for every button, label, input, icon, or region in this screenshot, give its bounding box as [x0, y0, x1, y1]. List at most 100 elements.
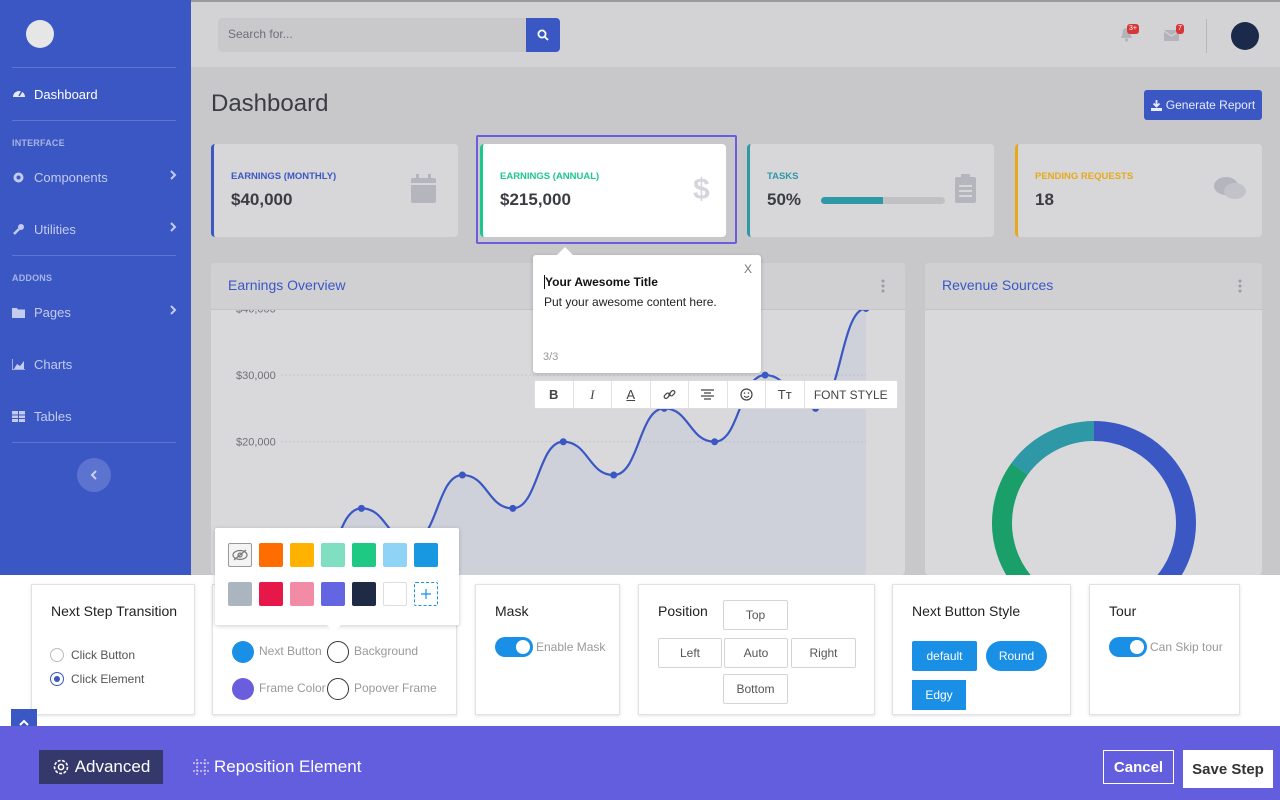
revenue-donut-chart	[992, 421, 1196, 575]
position-right-button[interactable]: Right	[791, 638, 856, 668]
sidebar-item-tables[interactable]: Tables	[12, 403, 177, 429]
data-point	[559, 438, 567, 446]
link-icon	[663, 388, 676, 401]
sidebar-item-utilities[interactable]: Utilities	[12, 216, 177, 242]
color-swatch[interactable]	[321, 582, 345, 606]
click-button-radio[interactable]: Click Button	[50, 648, 135, 662]
sidebar-divider	[12, 120, 176, 121]
sidebar-toggle-button[interactable]	[77, 458, 111, 492]
chevron-up-icon	[19, 719, 29, 726]
earnings-annual-card[interactable]: EARNINGS (ANNUAL) $215,000 $	[480, 144, 726, 237]
text-color-button[interactable]: A	[612, 381, 651, 408]
no-color-icon[interactable]	[228, 543, 252, 567]
popover-arrow	[557, 247, 573, 255]
toggle-label: Can Skip tour	[1150, 640, 1223, 654]
brand-logo[interactable]	[26, 20, 54, 48]
more-vertical-icon[interactable]	[881, 279, 885, 293]
toggle-switch[interactable]	[495, 637, 533, 657]
enable-mask-toggle[interactable]: Enable Mask	[495, 637, 605, 657]
generate-report-button[interactable]: Generate Report	[1144, 90, 1262, 120]
background-color-swatch[interactable]	[327, 641, 349, 663]
italic-icon: I	[590, 386, 595, 402]
data-point	[610, 471, 618, 479]
color-swatch[interactable]	[414, 543, 438, 567]
close-icon[interactable]: X	[744, 262, 752, 276]
dollar-icon: $	[692, 172, 710, 204]
popover-body[interactable]: Put your awesome content here.	[544, 295, 717, 309]
color-swatch[interactable]	[259, 582, 283, 606]
format-toolbar: B I A Tт FONT STYLE	[534, 380, 898, 409]
position-bottom-button[interactable]: Bottom	[723, 674, 788, 704]
panel-title: Earnings Overview	[228, 277, 346, 293]
radio-button-selected[interactable]	[50, 672, 64, 686]
tour-settings-box: Tour Can Skip tour	[1089, 584, 1240, 715]
next-button-color-swatch[interactable]	[232, 641, 254, 663]
cancel-button[interactable]: Cancel	[1103, 750, 1174, 784]
style-round-button[interactable]: Round	[986, 641, 1047, 671]
card-value: 50%	[767, 190, 802, 209]
sidebar-item-components[interactable]: Components	[12, 164, 177, 190]
font-style-button[interactable]: FONT STYLE	[805, 381, 898, 408]
search-input[interactable]: Search for...	[218, 18, 528, 52]
tour-settings-panel: Next Step Transition Click Button Click …	[0, 575, 1280, 726]
bold-button[interactable]: B	[535, 381, 574, 408]
color-swatch[interactable]	[352, 582, 376, 606]
download-icon	[1150, 99, 1162, 111]
table-icon	[12, 410, 34, 422]
text-size-button[interactable]: Tт	[766, 381, 805, 408]
bold-icon: B	[549, 387, 559, 402]
click-element-radio[interactable]: Click Element	[50, 672, 144, 686]
avatar[interactable]	[1231, 22, 1259, 50]
revenue-sources-panel: Revenue Sources	[925, 263, 1262, 575]
color-swatch[interactable]	[290, 543, 314, 567]
radio-button[interactable]	[50, 648, 64, 662]
page-title: Dashboard	[211, 90, 329, 117]
chart-area-icon	[12, 358, 34, 370]
search-button[interactable]	[526, 18, 560, 52]
color-swatch[interactable]	[259, 543, 283, 567]
sidebar-item-label: Pages	[34, 304, 71, 320]
settings-box-title: Mask	[495, 603, 529, 619]
button-style-settings-box: Next Button Style default Round Edgy	[892, 584, 1071, 715]
progress-fill	[821, 197, 883, 204]
align-button[interactable]	[689, 381, 728, 408]
panel-header: Revenue Sources	[925, 263, 1262, 310]
color-swatch[interactable]	[352, 543, 376, 567]
more-vertical-icon[interactable]	[1238, 279, 1242, 293]
position-auto-button[interactable]: Auto	[724, 638, 788, 668]
mask-settings-box: Mask Enable Mask	[475, 584, 620, 715]
sidebar-item-charts[interactable]: Charts	[12, 351, 177, 377]
topbar: Search for... 3+ 7	[191, 0, 1280, 67]
folder-icon	[12, 307, 34, 318]
panel-title: Revenue Sources	[942, 277, 1054, 293]
save-step-button[interactable]: Save Step	[1183, 750, 1273, 788]
popover-frame-color-swatch[interactable]	[327, 678, 349, 700]
position-left-button[interactable]: Left	[658, 638, 722, 668]
color-swatch[interactable]	[321, 543, 345, 567]
sidebar-item-pages[interactable]: Pages	[12, 299, 177, 325]
sidebar-item-label: Tables	[34, 408, 72, 424]
card-value: $215,000	[500, 190, 571, 209]
color-swatch[interactable]	[290, 582, 314, 606]
italic-button[interactable]: I	[574, 381, 612, 408]
chevron-right-icon	[169, 169, 177, 181]
popover-arrow	[327, 625, 341, 632]
color-label: Background	[354, 644, 419, 658]
position-top-button[interactable]: Top	[723, 600, 788, 630]
popover-title[interactable]: Your Awesome Title	[544, 275, 658, 289]
toggle-switch[interactable]	[1109, 637, 1147, 657]
color-swatch[interactable]	[383, 543, 407, 567]
style-edgy-button[interactable]: Edgy	[912, 680, 966, 710]
add-color-icon[interactable]	[414, 582, 438, 606]
color-swatch[interactable]	[228, 582, 252, 606]
advanced-button[interactable]: Advanced	[39, 750, 163, 784]
card-label: PENDING REQUESTS	[1035, 171, 1134, 182]
link-button[interactable]	[651, 381, 689, 408]
can-skip-tour-toggle[interactable]: Can Skip tour	[1109, 637, 1223, 657]
color-swatch[interactable]	[383, 582, 407, 606]
sidebar-item-dashboard[interactable]: Dashboard	[12, 81, 177, 107]
style-default-button[interactable]: default	[912, 641, 977, 671]
reposition-element-button[interactable]: Reposition Element	[193, 750, 361, 784]
frame-color-swatch[interactable]	[232, 678, 254, 700]
emoji-button[interactable]	[728, 381, 766, 408]
